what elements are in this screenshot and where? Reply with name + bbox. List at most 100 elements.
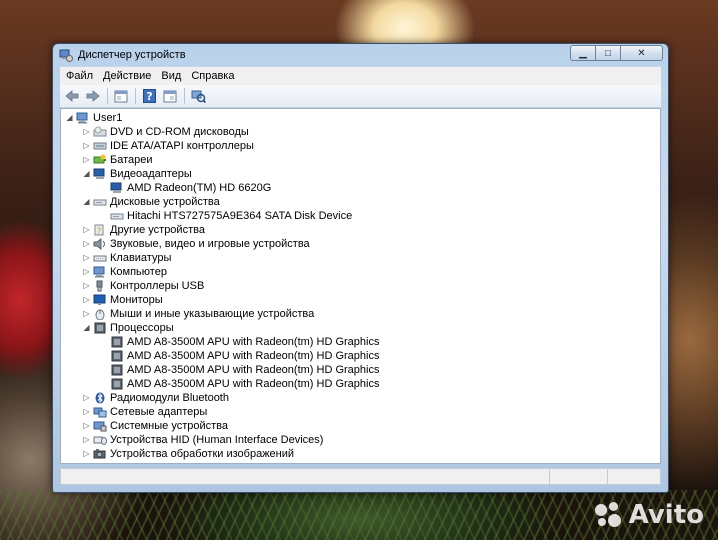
expand-arrow-icon[interactable]: ▷	[82, 405, 91, 419]
tree-node[interactable]: AMD A8-3500M APU with Radeon(tm) HD Grap…	[61, 363, 660, 377]
expand-arrow-icon[interactable]: ▷	[82, 251, 91, 265]
tree-node[interactable]: AMD A8-3500M APU with Radeon(tm) HD Grap…	[61, 335, 660, 349]
tree-node[interactable]: ◢ Видеоадаптеры	[61, 167, 660, 181]
tree-node[interactable]: Hitachi HTS727575A9E364 SATA Disk Device	[61, 209, 660, 223]
expand-arrow-icon[interactable]: ▷	[82, 153, 91, 167]
tree-node-label: Радиомодули Bluetooth	[110, 392, 229, 404]
tree-node-label: Hitachi HTS727575A9E364 SATA Disk Device	[127, 210, 353, 222]
tree-node[interactable]: AMD A8-3500M APU with Radeon(tm) HD Grap…	[61, 349, 660, 363]
computer-icon	[76, 112, 90, 124]
collapse-arrow-icon[interactable]: ◢	[82, 321, 91, 335]
tree-node[interactable]: ▷ Звуковые, видео и игровые устройства	[61, 237, 660, 251]
battery-icon	[93, 154, 107, 166]
tree-node-label: Устройства обработки изображений	[110, 448, 295, 460]
tree-node[interactable]: AMD Radeon(TM) HD 6620G	[61, 181, 660, 195]
tree-node-label: Батареи	[110, 154, 153, 166]
menu-action[interactable]: Действие	[98, 67, 156, 86]
usb-icon	[93, 280, 107, 292]
status-bar-panel	[608, 469, 660, 484]
title-bar[interactable]: Диспетчер устройств ▁ □ ✕	[53, 44, 668, 66]
expand-arrow-icon[interactable]: ▷	[82, 265, 91, 279]
show-hidden-button[interactable]	[160, 87, 180, 105]
scan-hardware-icon	[191, 90, 206, 103]
tree-node[interactable]: ▷ Устройства HID (Human Interface Devices…	[61, 433, 660, 447]
tree-node-label: Дисковые устройства	[110, 196, 220, 208]
toolbar-separator	[135, 88, 136, 104]
scan-hardware-button[interactable]	[188, 87, 208, 105]
tree-node[interactable]: ▷ Батареи	[61, 153, 660, 167]
processor-icon	[93, 322, 107, 334]
tree-node[interactable]: ▷ Компьютер	[61, 265, 660, 279]
tree-node[interactable]: ◢ User1	[61, 111, 660, 125]
device-manager-app-icon	[59, 49, 73, 62]
tree-node[interactable]: ▷ Устройства обработки изображений	[61, 447, 660, 461]
help-button[interactable]: ?	[139, 87, 159, 105]
tree-node-label: IDE ATA/ATAPI контроллеры	[110, 140, 254, 152]
avito-watermark: Avito	[593, 500, 704, 530]
tree-node-label: Звуковые, видео и игровые устройства	[110, 238, 310, 250]
tree-node[interactable]: ▷ Мониторы	[61, 293, 660, 307]
tree-node[interactable]: ▷ Радиомодули Bluetooth	[61, 391, 660, 405]
tree-node-label: Мониторы	[110, 294, 163, 306]
properties-button[interactable]	[111, 87, 131, 105]
monitor-icon	[93, 294, 107, 306]
sound-icon	[93, 238, 107, 250]
collapse-arrow-icon[interactable]: ◢	[65, 111, 74, 125]
expand-arrow-icon[interactable]: ▷	[82, 139, 91, 153]
expand-arrow-icon[interactable]: ▷	[82, 293, 91, 307]
tree-node[interactable]: ▷ Мыши и иные указывающие устройства	[61, 307, 660, 321]
svg-text:?: ?	[97, 227, 102, 236]
expand-arrow-icon[interactable]: ▷	[82, 223, 91, 237]
menu-file[interactable]: Файл	[61, 67, 98, 86]
expand-arrow-icon[interactable]: ▷	[82, 391, 91, 405]
tree-node[interactable]: ◢ Процессоры	[61, 321, 660, 335]
collapse-arrow-icon[interactable]: ◢	[82, 195, 91, 209]
tree-node[interactable]: ▷ DVD и CD-ROM дисководы	[61, 125, 660, 139]
tree-node[interactable]: ▷? Другие устройства	[61, 223, 660, 237]
help-icon: ?	[142, 89, 156, 103]
tree-node[interactable]: ▷ Клавиатуры	[61, 251, 660, 265]
processor-icon	[110, 364, 124, 376]
tree-node[interactable]: ▷ Сетевые адаптеры	[61, 405, 660, 419]
maximize-button[interactable]: □	[595, 45, 620, 61]
processor-icon	[110, 336, 124, 348]
keyboard-icon	[93, 252, 107, 264]
tree-node[interactable]: ◢ Дисковые устройства	[61, 195, 660, 209]
menu-help[interactable]: Справка	[186, 67, 239, 86]
tree-node[interactable]: AMD A8-3500M APU with Radeon(tm) HD Grap…	[61, 377, 660, 391]
tree-node[interactable]: ▷ IDE ATA/ATAPI контроллеры	[61, 139, 660, 153]
display-adapter-icon	[110, 182, 124, 194]
tree-node-label: Клавиатуры	[110, 252, 172, 264]
show-hidden-icon	[163, 90, 177, 102]
expand-arrow-icon[interactable]: ▷	[82, 307, 91, 321]
imaging-device-icon	[93, 448, 107, 460]
window-title: Диспетчер устройств	[78, 49, 186, 61]
dvd-drive-icon	[93, 126, 107, 138]
tree-node-label: Видеоадаптеры	[110, 168, 192, 180]
expand-arrow-icon[interactable]: ▷	[82, 433, 91, 447]
other-devices-icon: ?	[93, 224, 107, 237]
back-arrow-icon	[65, 90, 79, 102]
mouse-icon	[93, 308, 107, 321]
forward-button[interactable]	[83, 87, 103, 105]
tree-node-label: Другие устройства	[110, 224, 205, 236]
back-button[interactable]	[62, 87, 82, 105]
expand-arrow-icon[interactable]: ▷	[82, 279, 91, 293]
tree-node[interactable]: ▷ Системные устройства	[61, 419, 660, 433]
expand-arrow-icon[interactable]: ▷	[82, 447, 91, 461]
ide-controller-icon	[93, 140, 107, 152]
tree-node-label: AMD A8-3500M APU with Radeon(tm) HD Grap…	[127, 378, 380, 390]
processor-icon	[110, 350, 124, 362]
close-button[interactable]: ✕	[620, 45, 663, 61]
tree-node-label: Системные устройства	[110, 420, 229, 432]
tree-node[interactable]: ▷ Контроллеры USB	[61, 279, 660, 293]
expand-arrow-icon[interactable]: ▷	[82, 125, 91, 139]
status-bar	[60, 468, 661, 485]
tree-node-label: User1	[93, 112, 123, 124]
expand-arrow-icon[interactable]: ▷	[82, 237, 91, 251]
tree-node-label: AMD A8-3500M APU with Radeon(tm) HD Grap…	[127, 350, 380, 362]
minimize-button[interactable]: ▁	[570, 45, 595, 61]
menu-view[interactable]: Вид	[156, 67, 186, 86]
collapse-arrow-icon[interactable]: ◢	[82, 167, 91, 181]
expand-arrow-icon[interactable]: ▷	[82, 419, 91, 433]
